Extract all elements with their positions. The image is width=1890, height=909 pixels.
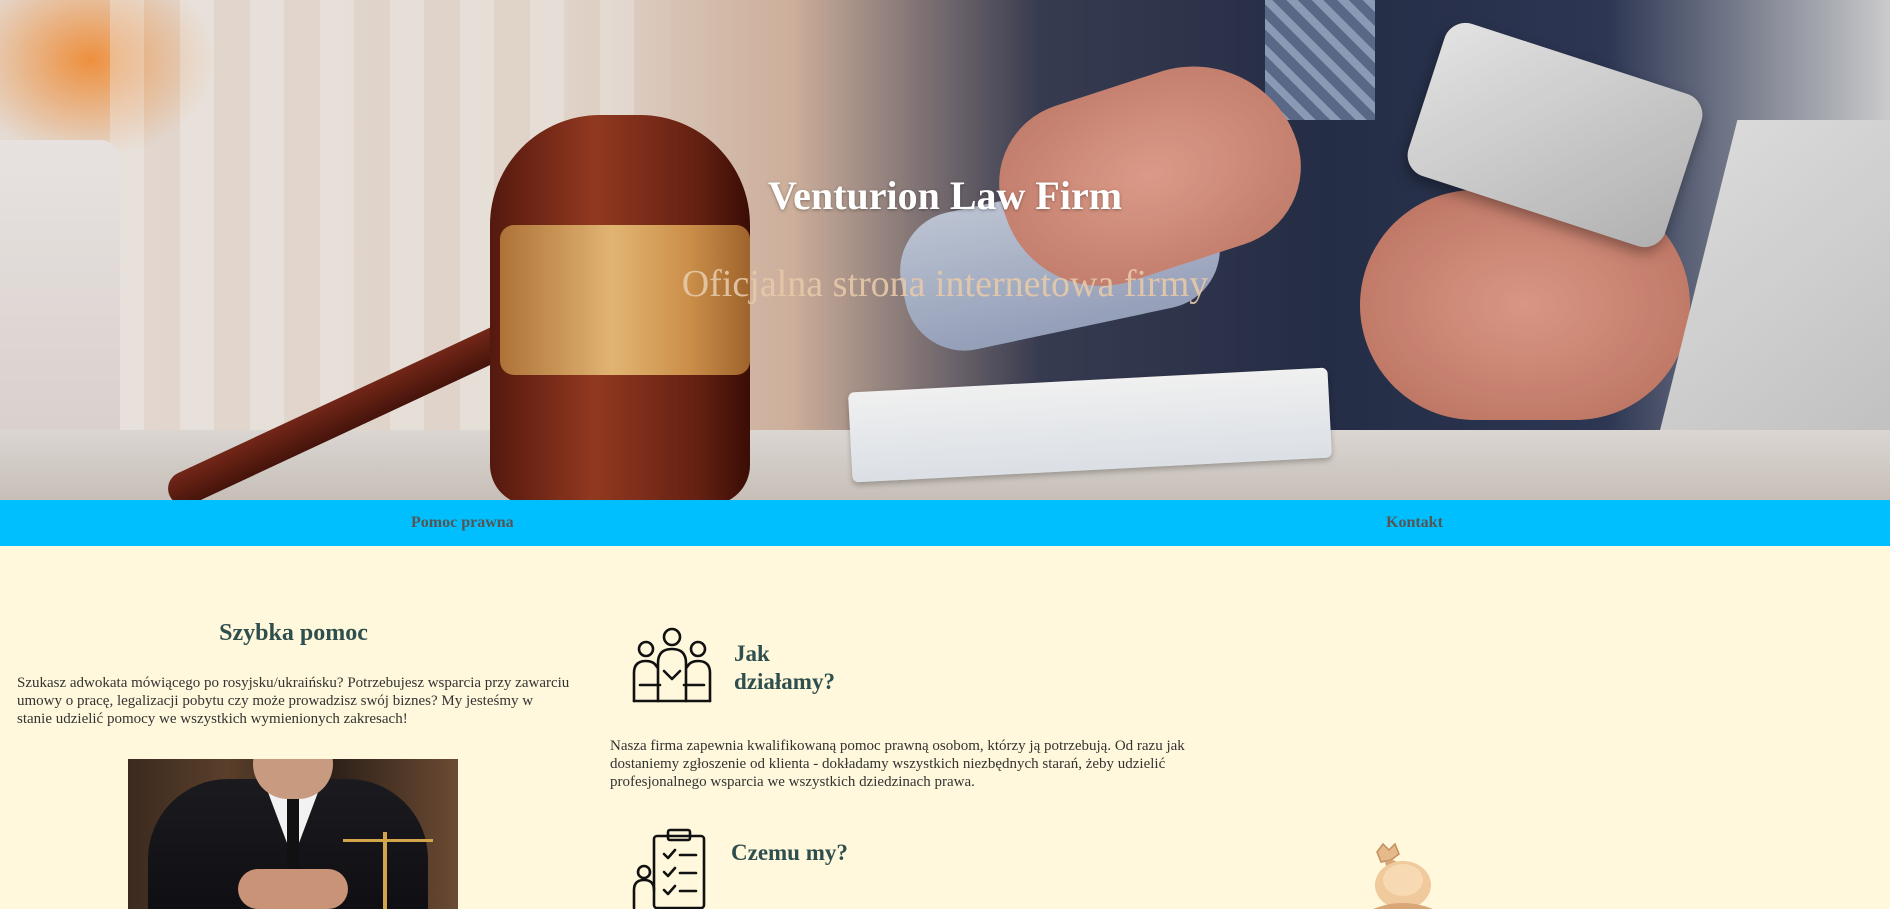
why-us-title: Czemu my? (731, 840, 848, 865)
how-we-work-text: Nasza firma zapewnia kwalifikowaną pomoc… (610, 738, 1185, 790)
scales-of-justice (343, 832, 433, 909)
hero-banner: Venturion Law Firm Oficjalna strona inte… (0, 0, 1890, 500)
team-icon (632, 627, 712, 703)
how-we-work-title: Jak działamy? (734, 641, 835, 694)
nav-link-contact[interactable]: Kontakt (1386, 500, 1443, 546)
quick-help-section: Szybka pomoc Szukasz adwokata mówiącego … (17, 620, 570, 728)
hero-overlay (0, 0, 1890, 500)
nav-link-legal-help[interactable]: Pomoc prawna (411, 500, 514, 546)
lawyer-hands (238, 869, 348, 909)
site-title: Venturion Law Firm (767, 173, 1123, 218)
main-nav: Pomoc prawna Kontakt (0, 500, 1890, 546)
lawyer-photo (128, 759, 458, 909)
checklist-icon (632, 828, 706, 909)
lawyer-tie (287, 789, 299, 879)
quick-help-title: Szybka pomoc (219, 620, 368, 646)
chess-piece-icon (1373, 842, 1433, 909)
site-subtitle: Oficjalna strona internetowa firmy (681, 263, 1209, 305)
quick-help-text: Szukasz adwokata mówiącego po rosyjsku/u… (17, 675, 570, 727)
